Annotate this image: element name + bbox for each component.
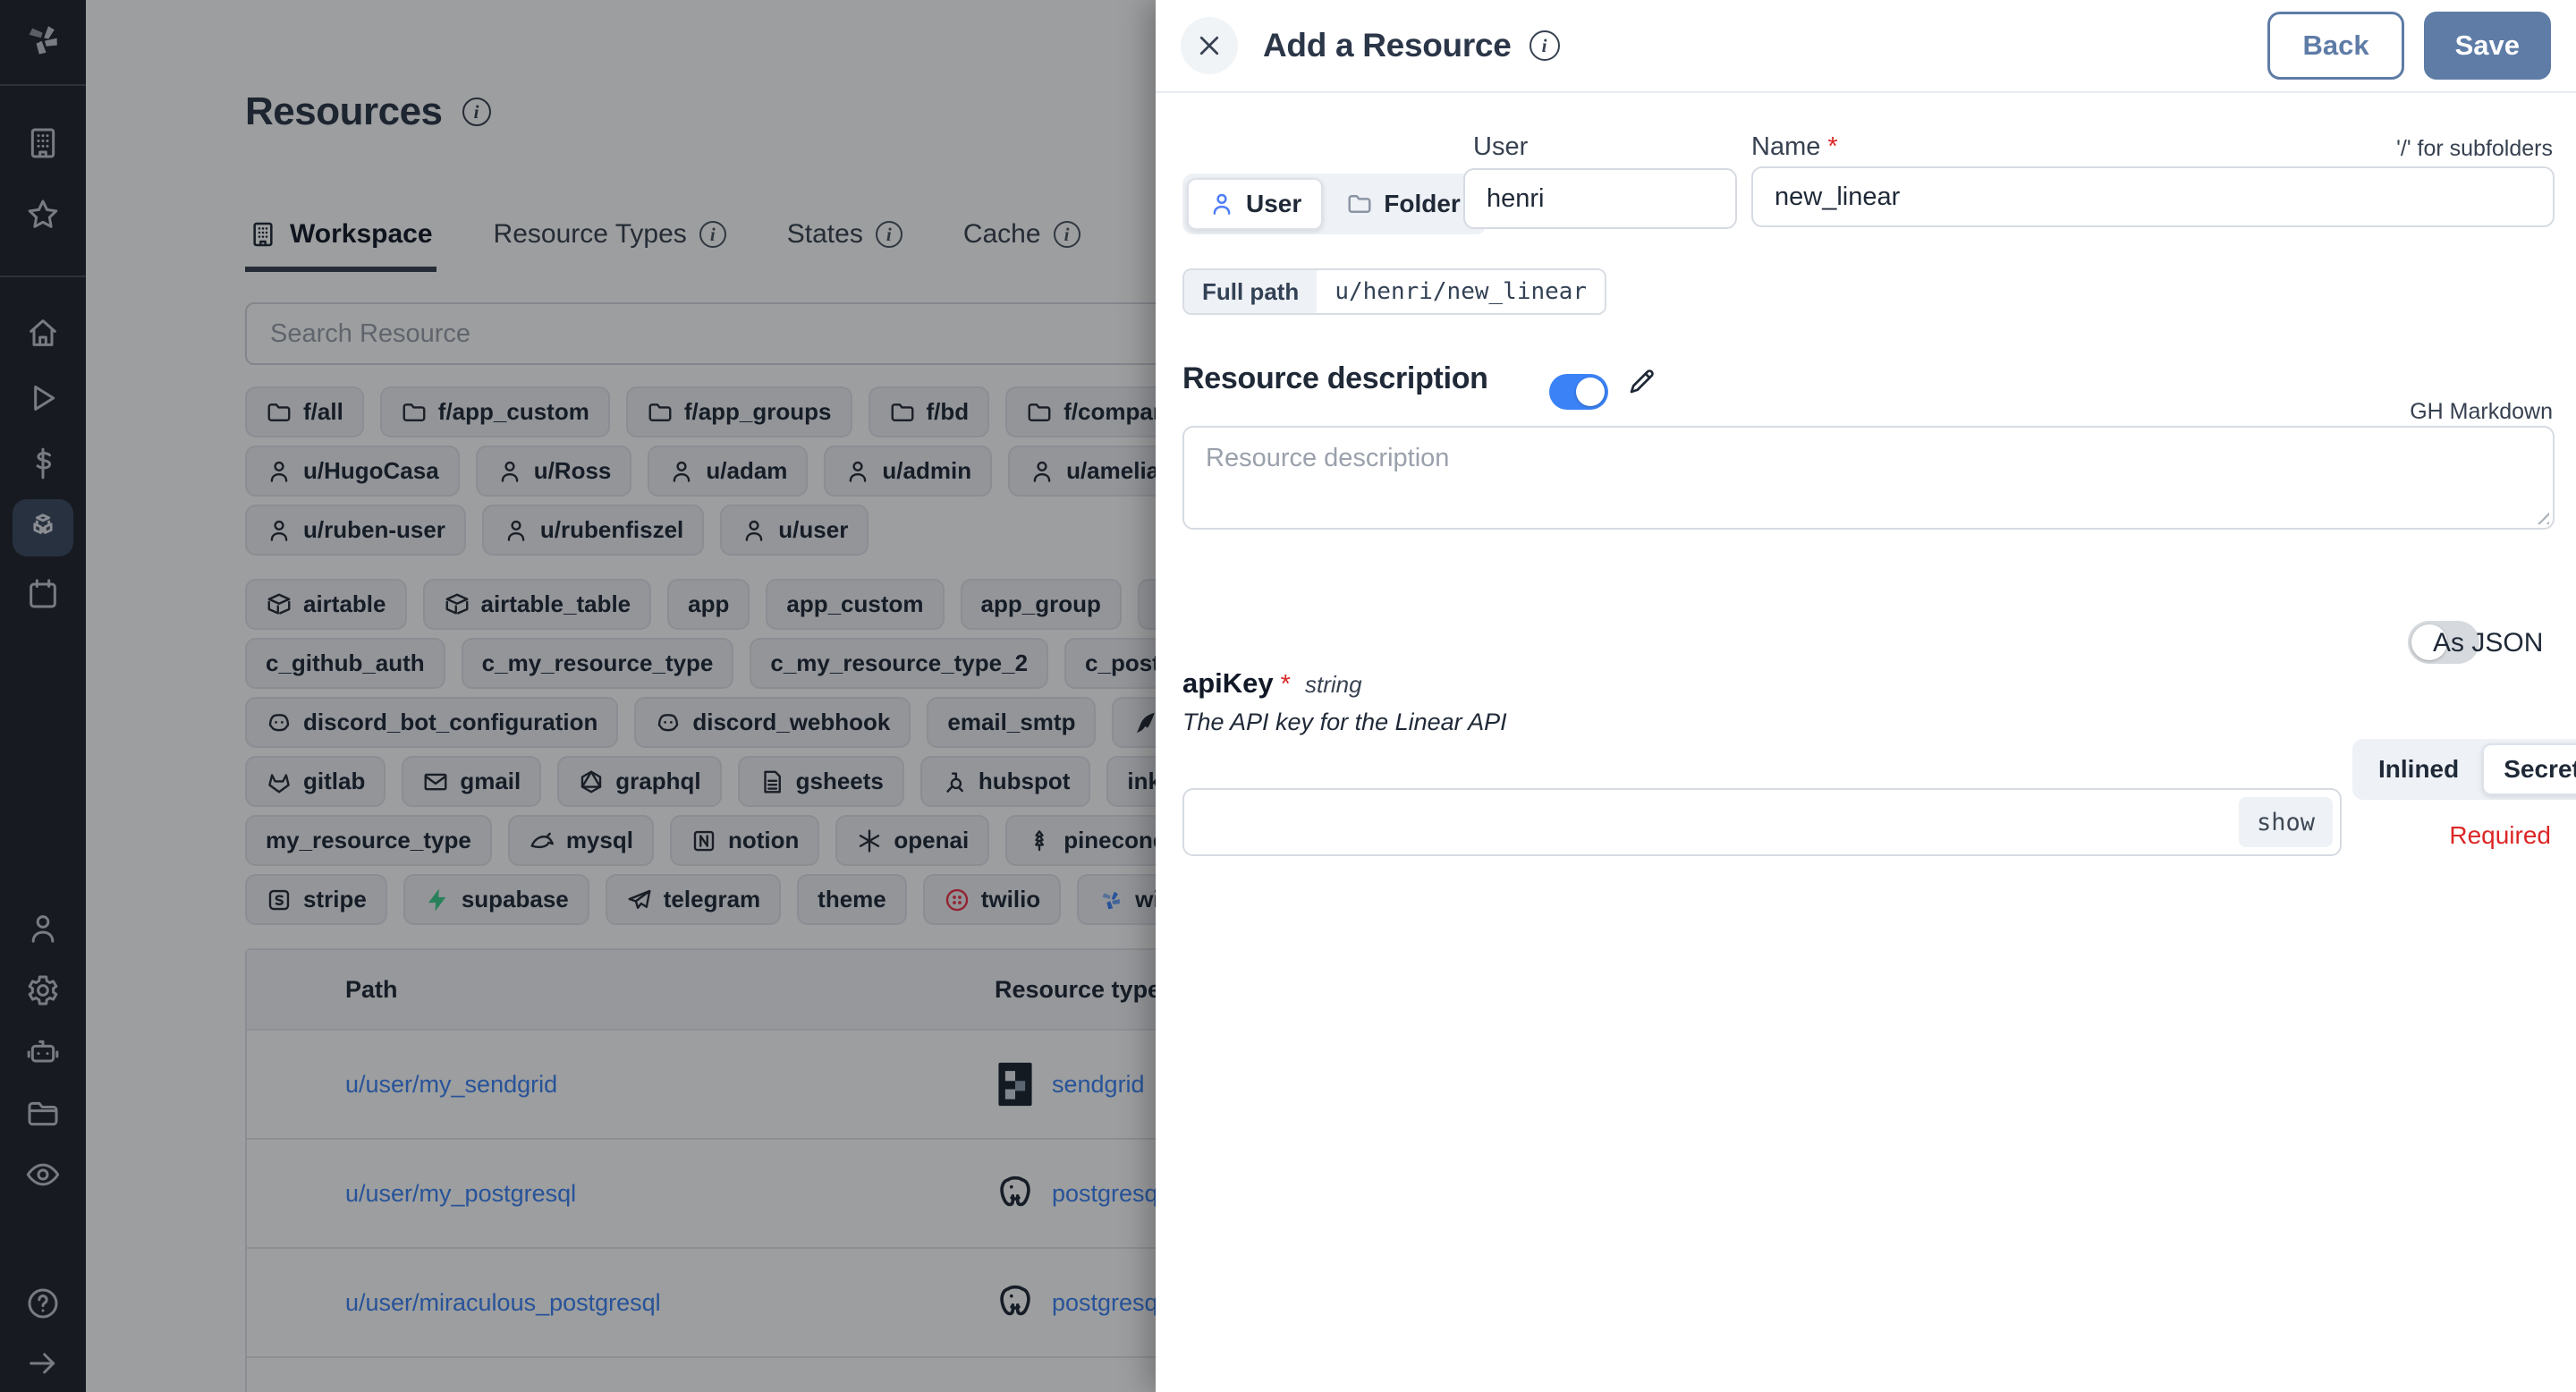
required-asterisk: *: [1827, 132, 1837, 161]
description-toggle[interactable]: [1549, 374, 1608, 410]
person-icon: [1208, 191, 1235, 217]
drawer-backdrop[interactable]: [0, 0, 1156, 1392]
owner-folder-button[interactable]: Folder: [1325, 178, 1482, 230]
drawer-header: Add a Resource Back Save: [1156, 0, 2576, 93]
name-field-label: Name: [1751, 132, 1820, 161]
apikey-field-type: string: [1305, 671, 1362, 698]
description-heading: Resource description: [1182, 361, 1488, 396]
required-asterisk: *: [1281, 670, 1291, 699]
windmill-app: Resources Workspace Resource Types St: [0, 0, 2576, 1392]
show-secret-button[interactable]: show: [2239, 797, 2333, 847]
back-button[interactable]: Back: [2267, 12, 2403, 80]
save-button[interactable]: Save: [2424, 12, 2551, 80]
owner-user-button[interactable]: User: [1187, 178, 1323, 230]
owner-type-toggle: User Folder: [1182, 174, 1487, 234]
inlined-button[interactable]: Inlined: [2357, 743, 2480, 795]
folder-icon: [1346, 191, 1373, 217]
secret-mode-toggle: Inlined Secret: [2352, 739, 2576, 800]
add-resource-drawer: Add a Resource Back Save User Fo: [1156, 0, 2576, 1392]
full-path-value: u/henri/new_linear: [1317, 270, 1605, 313]
apikey-description: The API key for the Linear API: [1182, 709, 1507, 736]
required-hint: Required: [2449, 821, 2551, 850]
close-icon: [1196, 32, 1223, 59]
full-path-display: Full path u/henri/new_linear: [1182, 268, 1606, 315]
drawer-body: User Folder User Name* '/' for subfolder…: [1156, 93, 2576, 1392]
markdown-hint: GH Markdown: [2410, 399, 2553, 425]
secret-button[interactable]: Secret: [2482, 743, 2576, 795]
name-input[interactable]: [1751, 166, 2555, 227]
user-field-label: User: [1473, 132, 1528, 162]
as-json-label: As JSON: [2433, 628, 2543, 658]
user-input[interactable]: [1463, 168, 1737, 229]
edit-pencil-icon[interactable]: [1626, 365, 1658, 397]
apikey-field-name: apiKey: [1182, 667, 1274, 699]
info-icon: [1530, 30, 1560, 61]
close-drawer-button[interactable]: [1181, 17, 1238, 74]
description-textarea[interactable]: [1182, 426, 2555, 530]
full-path-label: Full path: [1184, 270, 1317, 313]
subfolder-hint: '/' for subfolders: [2396, 136, 2553, 162]
drawer-title: Add a Resource: [1263, 27, 1512, 64]
apikey-input[interactable]: [1182, 788, 2342, 856]
